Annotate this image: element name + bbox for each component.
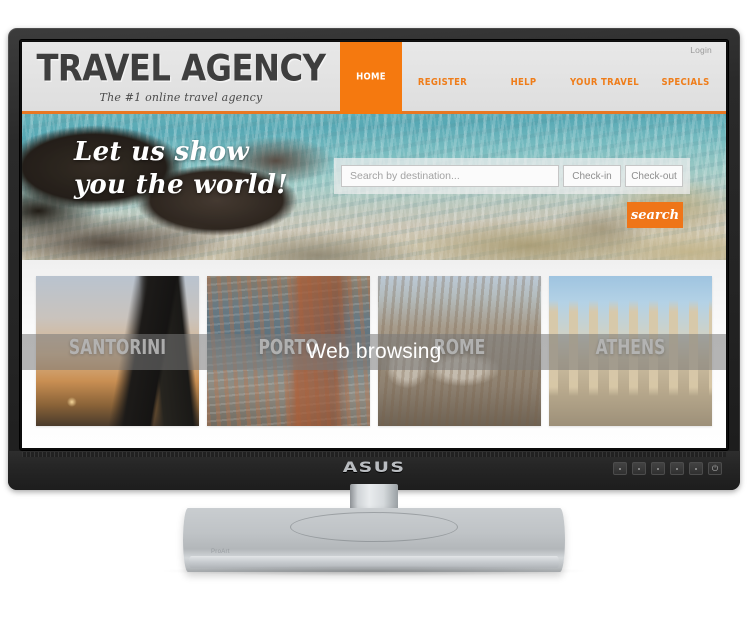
stand-shadow — [164, 566, 584, 576]
osd-button-5[interactable] — [689, 462, 703, 475]
proart-mark: ProArt — [211, 549, 230, 555]
osd-dot-icon — [638, 467, 640, 470]
checkout-input[interactable]: Check-out — [625, 165, 683, 187]
osd-dot-icon — [657, 467, 659, 470]
osd-button-3[interactable] — [651, 462, 665, 475]
brand-tagline: The #1 online travel agency — [99, 90, 263, 104]
site-header: TRAVEL AGENCY The #1 online travel agenc… — [22, 42, 726, 116]
brand-title: TRAVEL AGENCY — [36, 47, 327, 90]
osd-button-group: ⏻ — [613, 462, 722, 475]
hero-headline-line-1: Let us show — [74, 137, 250, 167]
search-widget: Search by destination... Check-in Check-… — [334, 158, 690, 228]
nav-item-help[interactable]: HELP — [483, 42, 564, 115]
monitor-stand-base: ProArt — [183, 508, 565, 572]
hero-headline-line-2: you the world! — [74, 170, 289, 201]
search-form: Search by destination... Check-in Check-… — [334, 158, 690, 194]
power-button[interactable]: ⏻ — [708, 462, 722, 475]
monitor-screen: TRAVEL AGENCY The #1 online travel agenc… — [22, 42, 726, 448]
monitor-inner-frame: TRAVEL AGENCY The #1 online travel agenc… — [19, 39, 729, 451]
osd-button-1[interactable] — [613, 462, 627, 475]
osd-dot-icon — [619, 467, 621, 470]
hero-banner: Let us show you the world! Search by des… — [22, 114, 726, 260]
webpage: TRAVEL AGENCY The #1 online travel agenc… — [22, 42, 726, 448]
search-input[interactable]: Search by destination... — [341, 165, 559, 187]
osd-button-4[interactable] — [670, 462, 684, 475]
search-button[interactable]: search — [627, 202, 683, 228]
nav-item-specials[interactable]: SPECIALS — [645, 42, 726, 115]
caption-overlay-band: Web browsing — [22, 334, 726, 370]
caption-text: Web browsing — [306, 340, 442, 363]
asus-logo: ASUS — [342, 460, 406, 476]
stand-base-ring — [290, 512, 458, 542]
nav-item-register[interactable]: REGISTER — [402, 42, 483, 115]
checkin-input[interactable]: Check-in — [563, 165, 621, 187]
nav-item-your-travel[interactable]: YOUR TRAVEL — [564, 42, 645, 115]
osd-dot-icon — [676, 467, 678, 470]
nav-item-home[interactable]: HOME — [340, 42, 402, 116]
osd-button-2[interactable] — [632, 462, 646, 475]
osd-dot-icon — [695, 467, 697, 470]
hero-headline: Let us show you the world! — [74, 136, 288, 203]
main-navigation: Login HOME REGISTER HELP YOUR TRAVEL SPE… — [340, 42, 726, 116]
site-brand[interactable]: TRAVEL AGENCY The #1 online travel agenc… — [22, 42, 340, 111]
bezel-vent-grill — [22, 452, 726, 457]
monitor: TRAVEL AGENCY The #1 online travel agenc… — [8, 28, 740, 490]
